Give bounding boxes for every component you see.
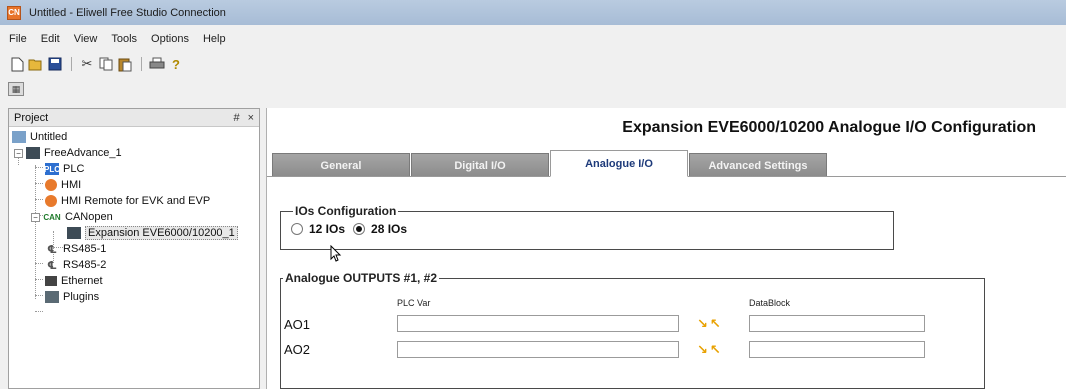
canopen-icon: CAN	[43, 212, 61, 222]
menu-edit[interactable]: Edit	[41, 33, 60, 45]
toolbar-separator	[141, 57, 142, 71]
open-icon[interactable]	[27, 55, 45, 73]
serial-port-icon: ℄	[47, 259, 57, 272]
ao2-datablock-input[interactable]	[749, 341, 925, 358]
copy-icon[interactable]	[97, 55, 115, 73]
tree-item-freeadvance[interactable]: − FreeAdvance_1	[9, 145, 259, 161]
ethernet-icon	[45, 276, 57, 286]
menu-file[interactable]: File	[9, 33, 27, 45]
ios-configuration-group: IOs Configuration 12 IOs 28 IOs	[280, 204, 894, 250]
menu-view[interactable]: View	[74, 33, 98, 45]
ao1-swap-icon[interactable]: ↘ ↖	[697, 317, 725, 331]
help-icon[interactable]: ?	[167, 55, 185, 73]
tab-analogue-io[interactable]: Analogue I/O	[550, 150, 688, 177]
pin-icon[interactable]: #	[233, 112, 239, 124]
config-panel: Expansion EVE6000/10200 Analogue I/O Con…	[266, 108, 1066, 389]
tree-item-expansion[interactable]: Expansion EVE6000/10200_1	[9, 225, 259, 241]
ao1-plc-var-input[interactable]	[397, 315, 679, 332]
serial-port-icon: ℄	[47, 243, 57, 256]
tree-item-rs485-2[interactable]: ℄ RS485-2	[9, 257, 259, 273]
radio-28-ios[interactable]	[353, 223, 366, 235]
tree-item-plc[interactable]: PLC PLC	[9, 161, 259, 177]
tree-item-hmi[interactable]: HMI	[9, 177, 259, 193]
radio-28-ios-label[interactable]: 28 IOs	[371, 222, 407, 236]
collapse-icon[interactable]: −	[14, 148, 23, 158]
project-tree: Untitled − FreeAdvance_1 PLC PLC HMI HMI…	[9, 127, 259, 312]
print-icon[interactable]	[148, 55, 166, 73]
tree-item-hmi-remote[interactable]: HMI Remote for EVK and EVP	[9, 193, 259, 209]
mouse-cursor-icon	[330, 245, 342, 262]
project-icon	[12, 131, 26, 143]
plugins-icon	[45, 291, 59, 303]
collapse-icon[interactable]: −	[31, 212, 40, 222]
tab-advanced-settings[interactable]: Advanced Settings	[689, 153, 827, 177]
menu-bar: File Edit View Tools Options Help	[0, 30, 240, 48]
window-title: Untitled - Eliwell Free Studio Connectio…	[29, 6, 226, 19]
new-icon[interactable]	[8, 55, 26, 73]
paste-icon[interactable]	[116, 55, 134, 73]
menu-tools[interactable]: Tools	[111, 33, 137, 45]
close-icon[interactable]: ×	[248, 112, 254, 124]
title-bar: CN Untitled - Eliwell Free Studio Connec…	[0, 0, 1066, 25]
tab-general[interactable]: General	[272, 153, 410, 177]
ao1-label: AO1	[284, 317, 311, 332]
project-panel-title: Project	[14, 111, 49, 124]
radio-12-ios[interactable]	[291, 223, 303, 235]
tree-item-rs485-1[interactable]: ℄ RS485-1	[9, 241, 259, 257]
menu-options[interactable]: Options	[151, 33, 189, 45]
secondary-toolbar: ▦	[8, 80, 24, 98]
datablock-header: DataBlock	[749, 298, 791, 308]
tree-item-untitled[interactable]: Untitled	[9, 129, 259, 145]
ao2-plc-var-input[interactable]	[397, 341, 679, 358]
hmi-remote-icon	[45, 195, 57, 207]
ao1-datablock-input[interactable]	[749, 315, 925, 332]
radio-12-ios-label[interactable]: 12 IOs	[309, 222, 345, 236]
tree-item-canopen[interactable]: − CAN CANopen	[9, 209, 259, 225]
tree-item-ethernet[interactable]: Ethernet	[9, 273, 259, 289]
menu-help[interactable]: Help	[203, 33, 226, 45]
plc-icon: PLC	[44, 163, 60, 175]
cut-icon[interactable]: ✂	[78, 55, 96, 73]
ios-configuration-legend: IOs Configuration	[295, 204, 397, 218]
ao2-swap-icon[interactable]: ↘ ↖	[697, 343, 725, 357]
toolbar: ✂ ?	[8, 54, 186, 74]
expansion-icon	[67, 227, 81, 239]
device-icon	[26, 147, 40, 159]
page-title: Expansion EVE6000/10200 Analogue I/O Con…	[622, 119, 1036, 136]
project-panel: Project # × Untitled − FreeAdvance_1 PLC	[8, 108, 260, 389]
app-icon: CN	[7, 5, 21, 20]
hmi-icon	[45, 179, 57, 191]
project-panel-header: Project # ×	[9, 109, 259, 127]
ao2-label: AO2	[284, 342, 311, 357]
plc-var-header: PLC Var	[397, 298, 431, 308]
tree-connector	[35, 311, 43, 312]
config-tabs: General Digital I/O Analogue I/O Advance…	[272, 150, 828, 177]
save-icon[interactable]	[46, 55, 64, 73]
analogue-outputs-legend: Analogue OUTPUTS #1, #2	[285, 271, 438, 285]
tab-digital-io[interactable]: Digital I/O	[411, 153, 549, 177]
keyboard-icon[interactable]: ▦	[8, 82, 24, 96]
toolbar-separator	[71, 57, 72, 71]
tree-item-plugins[interactable]: Plugins	[9, 289, 259, 305]
